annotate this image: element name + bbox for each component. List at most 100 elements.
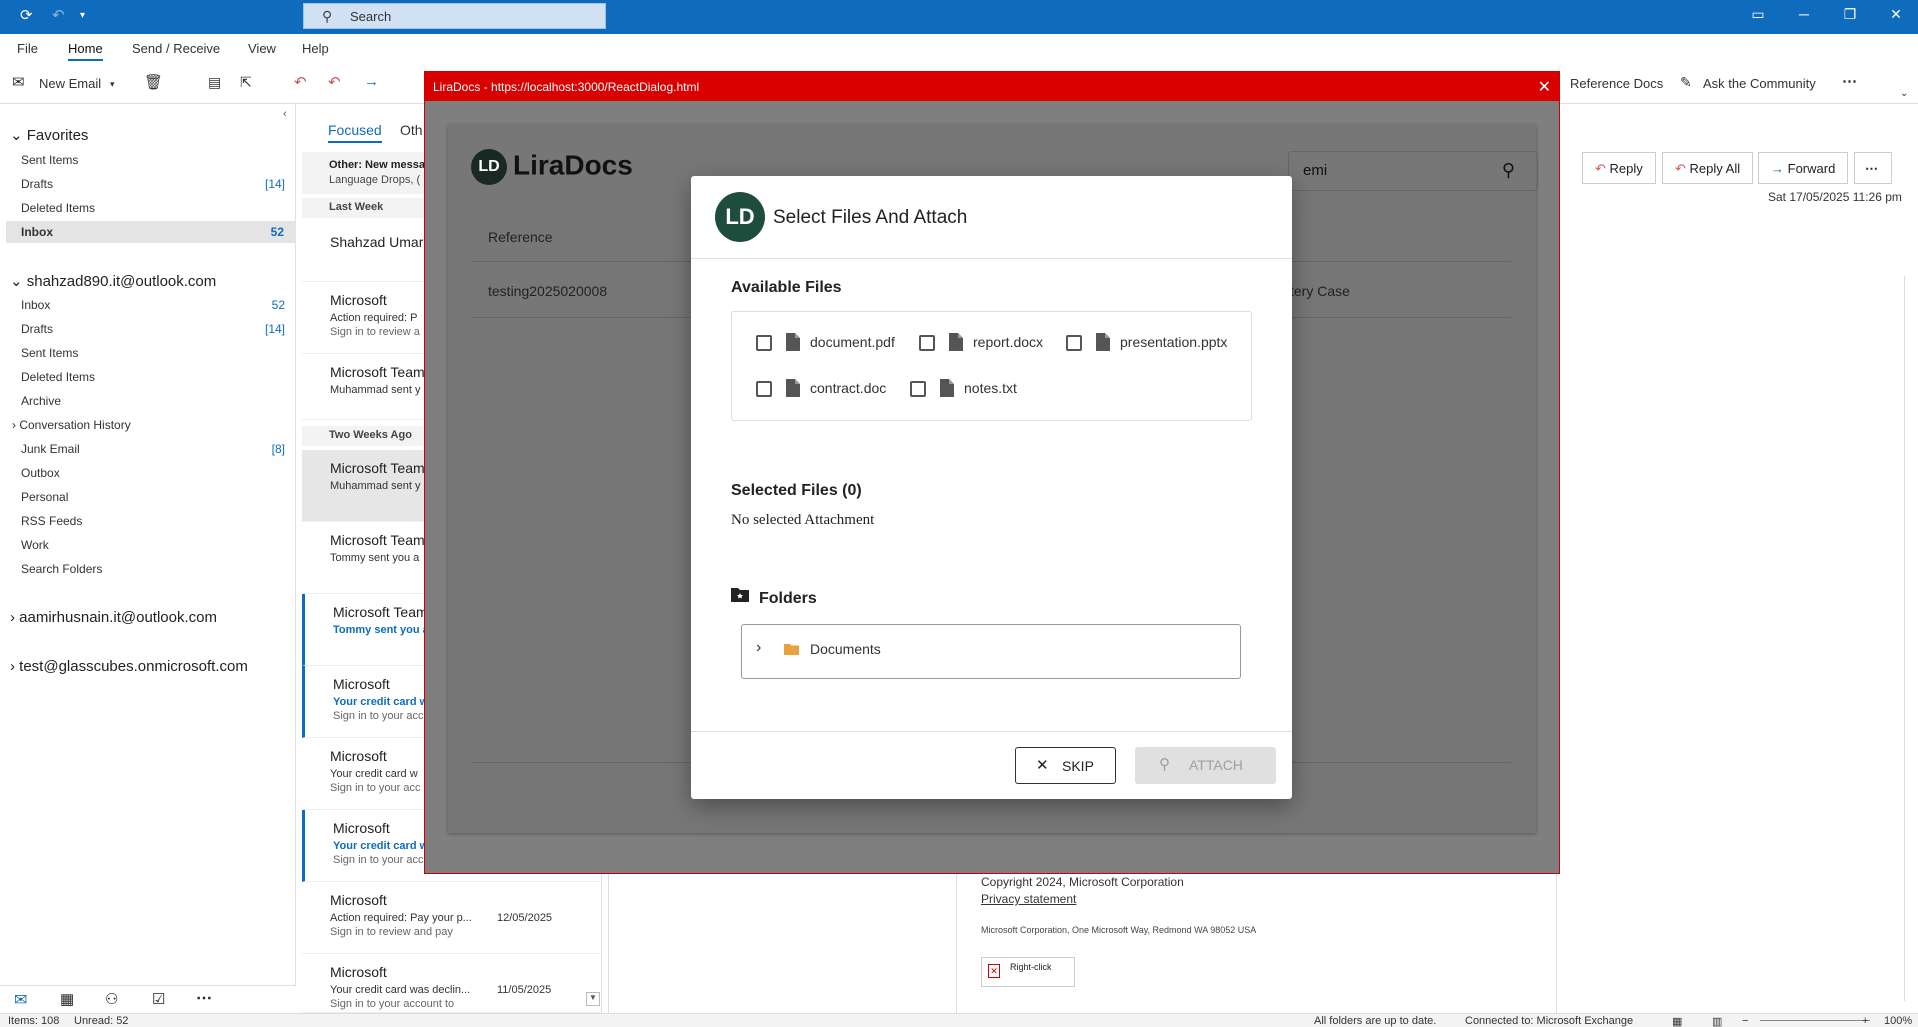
folder-work[interactable]: Work [21, 538, 285, 552]
archive-icon[interactable]: ▤ [208, 74, 221, 91]
account3-header[interactable]: › test@glasscubes.onmicrosoft.com [10, 658, 248, 675]
more-actions-button[interactable]: ⋯ [1854, 152, 1892, 184]
menu-help[interactable]: Help [302, 41, 329, 56]
date: 12/05/2025 [497, 912, 553, 924]
zoom-in-icon[interactable]: + [1862, 1015, 1868, 1027]
reply-all-icon: ↶ [1675, 161, 1686, 176]
search-input[interactable]: ⚲ Search [303, 3, 606, 29]
divider [1556, 874, 1557, 1013]
calendar-icon[interactable]: ▦ [60, 990, 74, 1008]
fav-sent-items[interactable]: Sent Items [21, 153, 285, 167]
reply-all-icon[interactable]: ↶ [328, 73, 341, 91]
minimize-button[interactable]: ─ [1784, 6, 1824, 22]
more-apps-icon[interactable]: ⋯ [196, 988, 212, 1008]
file-checkbox[interactable] [756, 381, 772, 397]
folder-archive[interactable]: Archive [21, 394, 285, 408]
folder-junk-email[interactable]: Junk Email [8] [21, 442, 285, 456]
file-checkbox[interactable] [756, 335, 772, 351]
quick-access-dropdown-icon[interactable]: ▾ [80, 10, 85, 21]
restore-button[interactable]: ❐ [1830, 6, 1870, 23]
title-bar: ⟳ ↶ ▾ ⚲ Search ▭ ─ ❐ ✕ [0, 0, 1918, 34]
folder-name: Documents [810, 641, 881, 657]
preview: Sign in to your acc [333, 710, 424, 722]
folder-search-folders[interactable]: Search Folders [21, 562, 285, 576]
folder-personal[interactable]: Personal [21, 490, 285, 504]
forward-icon[interactable]: → [364, 73, 379, 90]
skip-button[interactable]: ✕ SKIP [1015, 747, 1116, 784]
file-checkbox[interactable] [919, 335, 935, 351]
ask-community-button[interactable]: Ask the Community [1703, 76, 1816, 91]
favorites-header[interactable]: ⌄ Favorites [10, 126, 88, 144]
file-checkbox[interactable] [910, 381, 926, 397]
file-item-document-pdf[interactable]: document.pdf [756, 333, 906, 355]
undo-icon[interactable]: ↶ [52, 6, 65, 24]
tasks-icon[interactable]: ☑ [152, 990, 165, 1008]
folder-sent-items[interactable]: Sent Items [21, 346, 285, 360]
reply-button[interactable]: ↶ Reply [1582, 152, 1656, 184]
close-window-button[interactable]: ✕ [1876, 6, 1916, 23]
scrollbar[interactable] [1904, 276, 1916, 1001]
account1-header[interactable]: ⌄ shahzad890.it@outlook.com [10, 272, 216, 290]
forward-button[interactable]: → Forward [1758, 152, 1849, 184]
folder-item-documents[interactable]: › Documents [754, 639, 1054, 663]
liradocs-search-input[interactable]: emi ⚲ [1288, 151, 1538, 191]
list-item[interactable]: Microsoft Your credit card was declin... S… [302, 954, 602, 1013]
column-header-reference[interactable]: Reference [488, 229, 553, 245]
delete-icon[interactable]: 🗑 [144, 73, 163, 91]
move-icon[interactable]: ⇱ [240, 74, 252, 91]
forward-icon: → [1771, 161, 1784, 176]
file-item-contract-doc[interactable]: contract.doc [756, 379, 906, 401]
fav-drafts[interactable]: Drafts [14] [21, 177, 285, 191]
file-item-notes-txt[interactable]: notes.txt [910, 379, 1040, 401]
folder-conversation-history[interactable]: › Conversation History [12, 418, 276, 432]
normal-view-icon[interactable]: ▦ [1672, 1015, 1682, 1027]
paperclip-icon: ⚲ [1159, 756, 1170, 773]
dialog-close-icon[interactable]: ✕ [1538, 77, 1551, 97]
account2-header[interactable]: › aamirhusnain.it@outlook.com [10, 609, 217, 626]
fav-inbox[interactable]: Inbox 52 [6, 221, 296, 243]
attach-button[interactable]: ⚲ ATTACH [1135, 747, 1276, 784]
menu-send-receive[interactable]: Send / Receive [132, 41, 220, 56]
chevron-right-icon[interactable]: › [756, 639, 761, 657]
subject: Your credit card w [330, 768, 418, 780]
reading-view-icon[interactable]: ▥ [1712, 1015, 1722, 1027]
menu-file[interactable]: File [17, 41, 38, 56]
case-cell[interactable]: tery Case [1290, 283, 1350, 299]
folder-rss-feeds[interactable]: RSS Feeds [21, 514, 285, 528]
collapse-ribbon-icon[interactable]: ⌄ [1900, 88, 1908, 99]
tab-focused[interactable]: Focused [328, 122, 382, 143]
file-checkbox[interactable] [1066, 335, 1082, 351]
more-options-icon[interactable]: ⋯ [1842, 72, 1857, 90]
search-icon[interactable]: ⚲ [1502, 160, 1515, 181]
file-name: report.docx [973, 334, 1044, 350]
scroll-down-button[interactable]: ▼ [586, 992, 600, 1006]
reply-all-button[interactable]: ↶ Reply All [1662, 152, 1754, 184]
collapse-pane-icon[interactable]: ‹ [283, 108, 287, 120]
chevron-down-icon[interactable]: ▾ [110, 79, 115, 90]
sender: Microsoft [330, 964, 387, 980]
privacy-link[interactable]: Privacy statement [981, 892, 1076, 906]
zoom-slider[interactable] [1760, 1020, 1870, 1021]
mail-icon[interactable]: ✉ [14, 990, 27, 1010]
file-icon [786, 333, 800, 351]
folder-drafts[interactable]: Drafts [14] [21, 322, 285, 336]
file-item-presentation-pptx[interactable]: presentation.pptx [1066, 333, 1246, 355]
file-item-report-docx[interactable]: report.docx [919, 333, 1059, 355]
tab-other[interactable]: Oth [400, 122, 423, 138]
group-label: Two Weeks Ago [329, 429, 412, 441]
sync-icon[interactable]: ⟳ [20, 6, 33, 24]
ribbon-display-icon[interactable]: ▭ [1738, 6, 1778, 23]
folder-deleted-items[interactable]: Deleted Items [21, 370, 285, 384]
folder-outbox[interactable]: Outbox [21, 466, 285, 480]
reference-docs-button[interactable]: Reference Docs [1570, 76, 1663, 91]
fav-deleted-items[interactable]: Deleted Items [21, 201, 285, 215]
reply-icon[interactable]: ↶ [294, 73, 307, 91]
zoom-out-icon[interactable]: − [1742, 1015, 1748, 1027]
new-email-button[interactable]: New Email [39, 76, 101, 91]
list-item[interactable]: Microsoft Action required: Pay your p... S… [302, 882, 602, 954]
menu-home[interactable]: Home [68, 41, 103, 61]
menu-view[interactable]: View [248, 41, 276, 56]
folder-inbox[interactable]: Inbox 52 [21, 298, 285, 312]
people-icon[interactable]: ⚇ [105, 990, 118, 1008]
reference-cell[interactable]: testing2025020008 [488, 283, 607, 299]
